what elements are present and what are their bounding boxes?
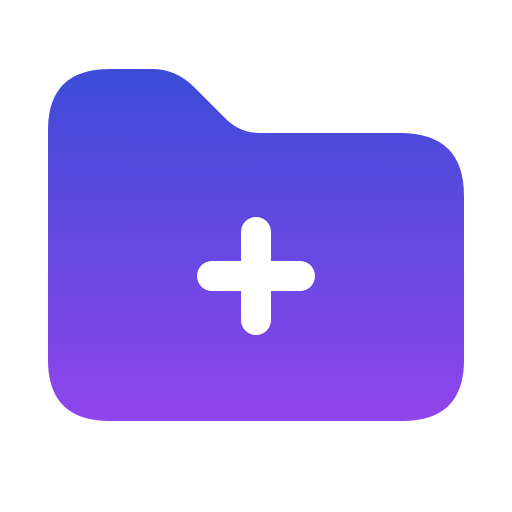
folder-add-icon[interactable] [0, 0, 512, 512]
folder-add-icon-canvas [0, 0, 512, 512]
